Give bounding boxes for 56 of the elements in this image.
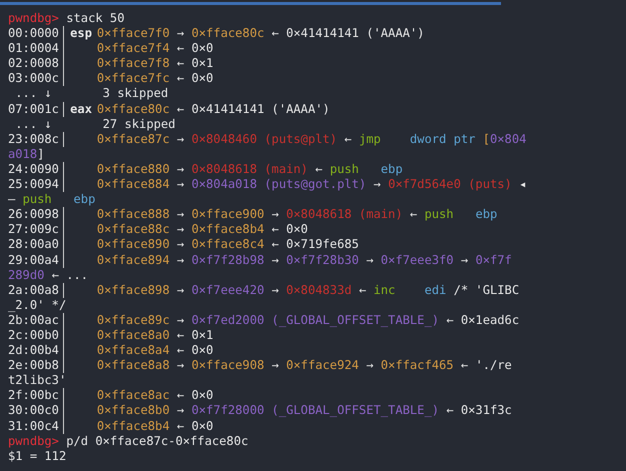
stack-entry: 0×fface8ac ← 0×0: [96, 388, 214, 404]
stack-entry: 0×fface7f8 ← 0×1: [96, 56, 214, 72]
wrapped-line: — push ebp: [8, 192, 96, 208]
stack-offset: 2b:00ac: [8, 312, 60, 328]
register-name: eax: [70, 102, 92, 116]
skipped-count: 3 skipped: [102, 86, 168, 102]
stack-entry: 0×fface890 → 0×fface8c4 ← 0×719fe685: [96, 237, 359, 252]
stack-offset: 25:0094: [8, 177, 60, 192]
stack-offset: 03:000c: [8, 71, 60, 86]
stack-entry: 0×fface880 → 0×8048618 (main) ← push ebp: [96, 162, 403, 178]
wrapped-line: a018]: [8, 146, 44, 162]
stack-offset: 29:00a4: [8, 252, 60, 268]
stack-offset: 24:0090: [8, 162, 60, 178]
stack-entry: 0×fface8a4 ← 0×0: [96, 343, 214, 358]
wrapped-line: t2libc3': [8, 373, 66, 388]
wrapped-line: _2.0' */: [8, 298, 66, 313]
stack-entry: 0×fface8a0 ← 0×1: [96, 328, 214, 344]
stack-offset: 26:0098: [8, 207, 60, 222]
stack-entry: 0×fface888 → 0×fface900 → 0×8048618 (main) ← push ebp: [96, 207, 498, 222]
stack-entry: 0×fface898 → 0×f7eee420 → 0×804833d ← inc edi /* 'GLIBC: [96, 282, 520, 298]
stack-offset: 07:001c: [8, 102, 60, 117]
stack-entry: 0×fface8b0 → 0×f7f28000 (_GLOBAL_OFFSET_TABLE_) ← 0×31f3c: [96, 403, 512, 419]
skipped-count: 27 skipped: [102, 116, 176, 132]
stack-entry: 0×fface80c ← 0×41414141 ('AAAA'): [96, 102, 330, 117]
stack-entry: 0×fface7f4 ← 0×0: [96, 41, 214, 56]
stack-offset: 31:00c4: [8, 418, 60, 434]
stack-entry: 0×fface7fc ← 0×0: [96, 71, 214, 86]
stack-offset: 2c:00b0: [8, 328, 60, 344]
stack-offset: 01:0004: [8, 41, 60, 56]
command-text: stack 50: [66, 11, 124, 26]
command-prompt: pwndbg>: [8, 11, 59, 26]
stack-entry: 0×fface894 → 0×f7f28b98 → 0×f7f28b30 → 0×f7eee3f0 → 0×f7f: [96, 252, 512, 268]
wrapped-line: 289d0 ← ...: [8, 268, 88, 283]
stack-entry: 0×fface8a8 → 0×fface908 → 0×fface924 → 0×ffacf465 ← './re: [96, 358, 512, 374]
stack-offset: 23:008c: [8, 132, 60, 147]
stack-offset: 2d:00b4: [8, 343, 60, 358]
stack-offset: 00:0000: [8, 26, 60, 42]
stack-entry: 0×fface88c → 0×fface8b4 ← 0×0: [96, 222, 308, 238]
command-output: $1 = 112: [8, 448, 66, 464]
register-name: esp: [70, 26, 92, 40]
stack-entry: 0×fface8b4 ← 0×0: [96, 418, 214, 434]
command-text: p/d 0×fface87c-0×fface80c: [66, 434, 248, 449]
stack-offset: 2a:00a8: [8, 282, 60, 298]
stack-offset: 2e:00b8: [8, 358, 60, 374]
stack-offset: 27:009c: [8, 222, 60, 238]
stack-offset: 30:00c0: [8, 403, 60, 419]
skip-marker: ... ↓: [14, 116, 53, 132]
stack-entry: 0×fface884 → 0×804a018 (puts@got.plt) → 0×f7d564e0 (puts) ◂: [96, 177, 526, 192]
stack-offset: 2f:00bc: [8, 388, 60, 404]
stack-offset: 28:00a0: [8, 237, 60, 252]
command-prompt: pwndbg>: [8, 434, 59, 449]
stack-entry: 0×fface89c → 0×f7ed2000 (_GLOBAL_OFFSET_TABLE_) ← 0×1ead6c: [96, 312, 520, 328]
stack-entry: 0×fface87c → 0×8048460 (puts@plt) ← jmp dword ptr [0×804: [96, 132, 526, 147]
stack-offset: 02:0008: [8, 56, 60, 72]
skip-marker: ... ↓: [14, 86, 53, 102]
stack-entry: 0×fface7f0 → 0×fface80c ← 0×41414141 ('AAAA'): [96, 26, 424, 42]
